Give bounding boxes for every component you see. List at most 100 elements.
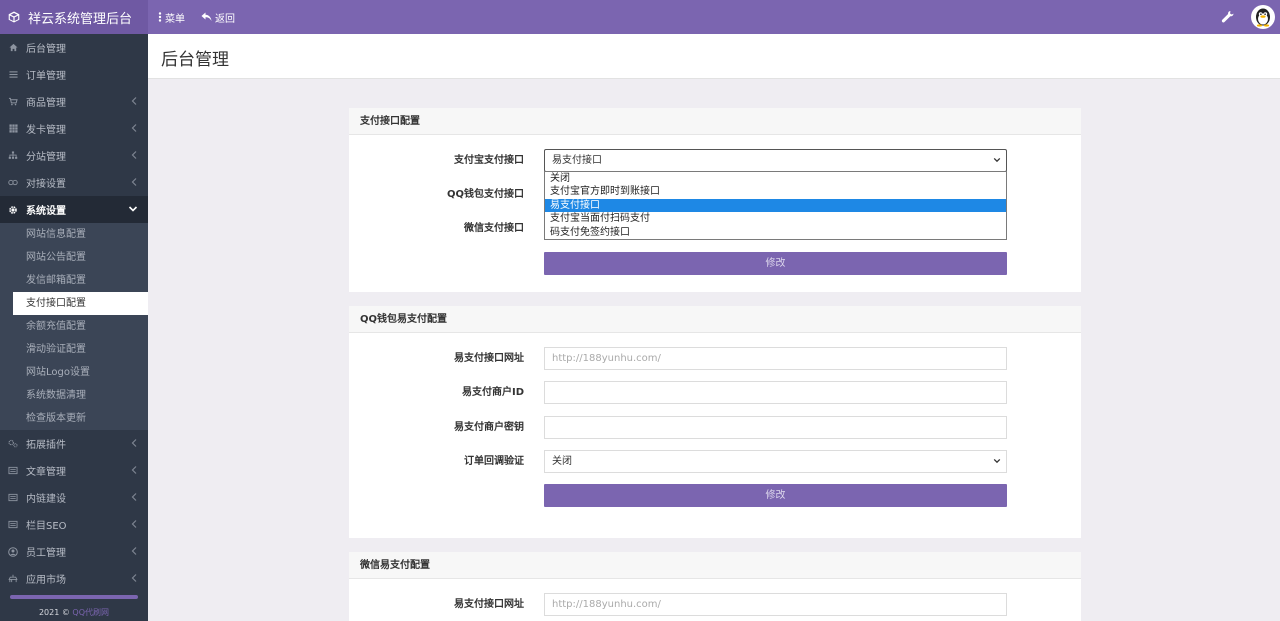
chevron-down-icon xyxy=(128,206,138,212)
alipay-dropdown-list: 关闭 支付宝官方即时到账接口 易支付接口 支付宝当面付扫码支付 码支付免签约接口 xyxy=(544,171,1007,240)
sidebar-item-articles[interactable]: 文章管理 xyxy=(0,457,148,484)
article-icon xyxy=(8,466,18,476)
list-icon xyxy=(8,70,18,80)
sidebar-item-label: 应用市场 xyxy=(26,575,66,586)
chevron-left-icon xyxy=(131,520,137,528)
chevron-left-icon xyxy=(131,124,137,132)
merchant-key-label: 易支付商户密钥 xyxy=(454,422,524,433)
submenu-version-check[interactable]: 检查版本更新 xyxy=(0,407,148,430)
chevron-left-icon xyxy=(131,547,137,555)
dropdown-option-epay[interactable]: 易支付接口 xyxy=(545,198,1006,213)
dropdown-option-alipay-official[interactable]: 支付宝官方即时到账接口 xyxy=(545,185,1006,198)
user-icon xyxy=(8,546,18,557)
menu-label: 菜单 xyxy=(165,13,185,25)
chevron-left-icon xyxy=(131,97,137,105)
chevron-left-icon xyxy=(131,493,137,501)
epay-url-input[interactable]: http://188yunhu.com/ xyxy=(544,347,1007,370)
alipay-select[interactable]: 易支付接口 xyxy=(544,149,1007,172)
system-settings-submenu: 网站信息配置 网站公告配置 发信邮箱配置 支付接口配置 余额充值配置 滑动验证配… xyxy=(0,223,148,430)
sidebar-item-label: 分站管理 xyxy=(26,152,66,163)
submenu-mail[interactable]: 发信邮箱配置 xyxy=(0,269,148,292)
dropdown-option-codepay[interactable]: 码支付免签约接口 xyxy=(545,226,1006,239)
penguin-avatar-icon xyxy=(1256,8,1270,27)
sitemap-icon xyxy=(8,151,18,161)
sidebar-item-label: 商品管理 xyxy=(26,98,66,109)
sidebar-item-dashboard[interactable]: 后台管理 xyxy=(0,34,148,61)
callback-verify-select[interactable]: 关闭 xyxy=(544,450,1007,473)
copyright-prefix: 2021 © xyxy=(38,608,73,617)
grid-icon xyxy=(8,124,18,134)
brand[interactable]: 祥云系统管理后台 xyxy=(0,0,148,34)
article-icon xyxy=(8,520,18,530)
page-header: 后台管理 xyxy=(148,34,1280,79)
sidebar-item-label: 内链建设 xyxy=(26,494,66,505)
sidebar-item-internal-links[interactable]: 内链建设 xyxy=(0,484,148,511)
submenu-slide-verify[interactable]: 滑动验证配置 xyxy=(0,338,148,361)
chevron-down-icon xyxy=(993,157,1001,163)
submenu-recharge[interactable]: 余额充值配置 xyxy=(0,315,148,338)
dropdown-option-close[interactable]: 关闭 xyxy=(545,172,1006,185)
copyright: 2021 © QQ代刷网 xyxy=(0,607,148,618)
sidebar-item-label: 员工管理 xyxy=(26,548,66,559)
wrench-icon[interactable] xyxy=(1221,10,1235,24)
sidebar-item-plugins[interactable]: 拓展插件 xyxy=(0,430,148,457)
submenu-payment[interactable]: 支付接口配置 xyxy=(0,292,148,315)
sidebar-item-products[interactable]: 商品管理 xyxy=(0,88,148,115)
avatar[interactable] xyxy=(1251,5,1275,29)
sidebar-item-staff[interactable]: 员工管理 xyxy=(0,538,148,565)
epay-url-input[interactable]: http://188yunhu.com/ xyxy=(544,593,1007,616)
ellipsis-vertical-icon xyxy=(158,12,162,22)
sidebar-item-label: 拓展插件 xyxy=(26,440,66,451)
sidebar-item-label: 后台管理 xyxy=(26,44,66,55)
wechat-pay-label: 微信支付接口 xyxy=(464,223,524,234)
gears-icon xyxy=(8,439,18,449)
dropdown-option-alipay-f2f[interactable]: 支付宝当面付扫码支付 xyxy=(545,212,1006,225)
sidebar-item-seo[interactable]: 栏目SEO xyxy=(0,511,148,538)
chevron-left-icon xyxy=(131,466,137,474)
chevron-left-icon xyxy=(131,178,137,186)
submenu-site-info[interactable]: 网站信息配置 xyxy=(0,223,148,246)
alipay-label: 支付宝支付接口 xyxy=(454,155,524,166)
chevron-down-icon xyxy=(993,458,1001,464)
footer-link[interactable]: QQ代刷网 xyxy=(72,608,109,617)
sidebar-item-label: 对接设置 xyxy=(26,179,66,190)
reply-icon xyxy=(201,12,212,21)
sidebar-item-system-settings[interactable]: 系统设置 xyxy=(0,196,148,223)
brand-title: 祥云系统管理后台 xyxy=(28,11,133,27)
sidebar-item-docking[interactable]: 对接设置 xyxy=(0,169,148,196)
panel-title: QQ钱包易支付配置 xyxy=(349,306,1081,333)
submenu-data-clean[interactable]: 系统数据清理 xyxy=(0,384,148,407)
back-button[interactable]: 返回 xyxy=(201,10,243,25)
sidebar-item-label: 订单管理 xyxy=(26,71,66,82)
cube-icon xyxy=(8,11,20,23)
qq-epay-panel: QQ钱包易支付配置 易支付接口网址 http://188yunhu.com/ 易… xyxy=(349,306,1081,538)
panel-title: 支付接口配置 xyxy=(349,108,1081,135)
save-button[interactable]: 修改 xyxy=(544,484,1007,507)
sidebar-item-orders[interactable]: 订单管理 xyxy=(0,61,148,88)
page-title: 后台管理 xyxy=(161,50,229,70)
save-button[interactable]: 修改 xyxy=(544,252,1007,275)
back-label: 返回 xyxy=(215,13,235,25)
article-icon xyxy=(8,493,18,503)
chevron-left-icon xyxy=(131,439,137,447)
link-icon xyxy=(8,178,18,188)
submenu-logo[interactable]: 网站Logo设置 xyxy=(0,361,148,384)
alipay-select-value: 易支付接口 xyxy=(552,155,602,166)
qq-pay-label: QQ钱包支付接口 xyxy=(446,189,524,200)
sidebar-item-label: 文章管理 xyxy=(26,467,66,478)
sidebar-item-substations[interactable]: 分站管理 xyxy=(0,142,148,169)
panel-title: 微信易支付配置 xyxy=(349,552,1081,579)
submenu-site-notice[interactable]: 网站公告配置 xyxy=(0,246,148,269)
merchant-key-input[interactable] xyxy=(544,416,1007,439)
store-icon xyxy=(8,574,18,584)
chevron-left-icon xyxy=(131,574,137,582)
epay-url-label: 易支付接口网址 xyxy=(454,599,524,610)
sidebar-scrollbar[interactable] xyxy=(10,595,138,599)
merchant-id-input[interactable] xyxy=(544,381,1007,404)
sidebar-item-app-market[interactable]: 应用市场 xyxy=(0,565,148,592)
sidebar-item-label: 发卡管理 xyxy=(26,125,66,136)
menu-toggle-button[interactable]: 菜单 xyxy=(158,10,193,25)
sidebar-item-cards[interactable]: 发卡管理 xyxy=(0,115,148,142)
epay-url-label: 易支付接口网址 xyxy=(454,353,524,364)
gear-icon xyxy=(8,205,18,215)
